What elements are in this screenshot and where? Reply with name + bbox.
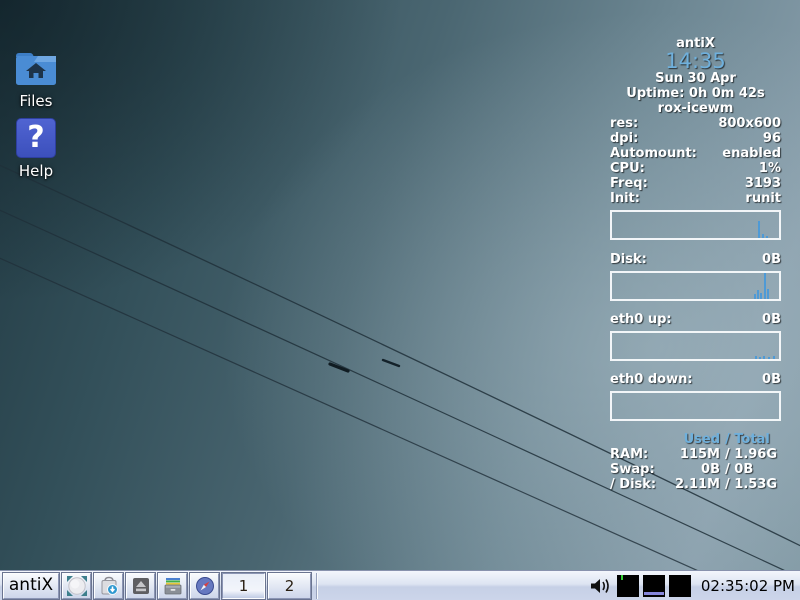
stat-value: 1% [759, 161, 781, 176]
net-monitor[interactable] [643, 575, 665, 597]
show-desktop-icon [67, 576, 87, 596]
usage-used: 115M [668, 447, 720, 462]
usage-total: / 1.53G [725, 477, 781, 492]
usage-row-swap: Swap: 0B / 0B [610, 462, 781, 477]
desktop-icon-label: Help [0, 162, 72, 180]
cpu-graph [610, 210, 781, 240]
stat-label: eth0 up: [610, 312, 672, 327]
stat-row-automount: Automount: enabled [610, 146, 781, 161]
stat-value: enabled [722, 146, 781, 161]
stat-value: 3193 [745, 176, 781, 191]
net-activity-bar [644, 592, 664, 595]
usage-label: / Disk: [610, 477, 668, 492]
conky-wm: rox-icewm [610, 101, 781, 116]
disk-graph [610, 271, 781, 301]
volume-icon[interactable] [589, 577, 613, 595]
conky-system-monitor: antiX 14:35 Sun 30 Apr Uptime: 0h 0m 42s… [610, 36, 781, 492]
conky-clock: 14:35 [610, 51, 781, 71]
stat-row-eth0-down: eth0 down: 0B [610, 372, 781, 387]
usage-row-root-disk: / Disk: 2.11M / 1.53G [610, 477, 781, 492]
stat-row-disk: Disk: 0B [610, 252, 781, 267]
mem-monitor[interactable] [669, 575, 691, 597]
stat-value: 800x600 [718, 116, 781, 131]
usage-header: Used / Total [610, 432, 781, 447]
taskbar-clock: 02:35:02 PM [701, 577, 795, 595]
stat-row-cpu: CPU: 1% [610, 161, 781, 176]
file-manager-icon [163, 576, 183, 596]
eth0-down-graph [610, 391, 781, 421]
stat-value: runit [745, 191, 781, 206]
stat-label: Automount: [610, 146, 697, 161]
stat-row-init: Init: runit [610, 191, 781, 206]
stat-label: CPU: [610, 161, 645, 176]
stat-label: Disk: [610, 252, 647, 267]
cpu-monitor[interactable] [617, 575, 639, 597]
usage-total: / 0B [725, 462, 781, 477]
web-browser-icon [195, 576, 215, 596]
package-installer-icon [99, 576, 119, 596]
system-tray: 02:35:02 PM [583, 575, 797, 597]
stat-value: 0B [762, 252, 781, 267]
question-mark-icon: ? [16, 118, 56, 158]
eth0-up-graph [610, 331, 781, 361]
stat-value: 96 [763, 131, 781, 146]
desktop-icon-files[interactable]: Files [0, 50, 72, 110]
usage-used: 2.11M [668, 477, 720, 492]
usage-header-total: / Total [725, 432, 781, 447]
antix-menu-button[interactable]: antiX [3, 573, 59, 599]
desktop-icon-help[interactable]: ? Help [0, 118, 72, 180]
taskbar-separator [316, 573, 318, 599]
stat-label: dpi: [610, 131, 638, 146]
stat-row-eth0-up: eth0 up: 0B [610, 312, 781, 327]
stat-value: 0B [762, 372, 781, 387]
stat-label: Init: [610, 191, 640, 206]
cpu-activity-tick [621, 575, 623, 580]
desktop-icon-label: Files [0, 92, 72, 110]
conky-date: Sun 30 Apr [610, 71, 781, 86]
usage-used: 0B [668, 462, 720, 477]
desktop-wallpaper: Files ? Help antiX 14:35 Sun 30 Apr Upti… [0, 0, 800, 600]
stat-row-freq: Freq: 3193 [610, 176, 781, 191]
conky-uptime: Uptime: 0h 0m 42s [610, 86, 781, 101]
eject-icon [131, 576, 151, 596]
file-manager-button[interactable] [158, 573, 187, 599]
show-desktop-button[interactable] [62, 573, 91, 599]
workspace-button-1[interactable]: 1 [222, 573, 265, 599]
eject-button[interactable] [126, 573, 155, 599]
stat-row-dpi: dpi: 96 [610, 131, 781, 146]
stat-label: Freq: [610, 176, 648, 191]
stat-label: res: [610, 116, 638, 131]
usage-label: RAM: [610, 447, 668, 462]
usage-label: Swap: [610, 462, 668, 477]
stat-label: eth0 down: [610, 372, 693, 387]
usage-total: / 1.96G [725, 447, 781, 462]
taskbar: antiX [0, 570, 800, 600]
package-installer-button[interactable] [94, 573, 123, 599]
stat-row-res: res: 800x600 [610, 116, 781, 131]
stat-value: 0B [762, 312, 781, 327]
usage-row-ram: RAM: 115M / 1.96G [610, 447, 781, 462]
folder-home-icon [14, 50, 58, 88]
web-browser-button[interactable] [190, 573, 219, 599]
workspace-button-2[interactable]: 2 [268, 573, 311, 599]
usage-header-used: Used [668, 432, 720, 447]
